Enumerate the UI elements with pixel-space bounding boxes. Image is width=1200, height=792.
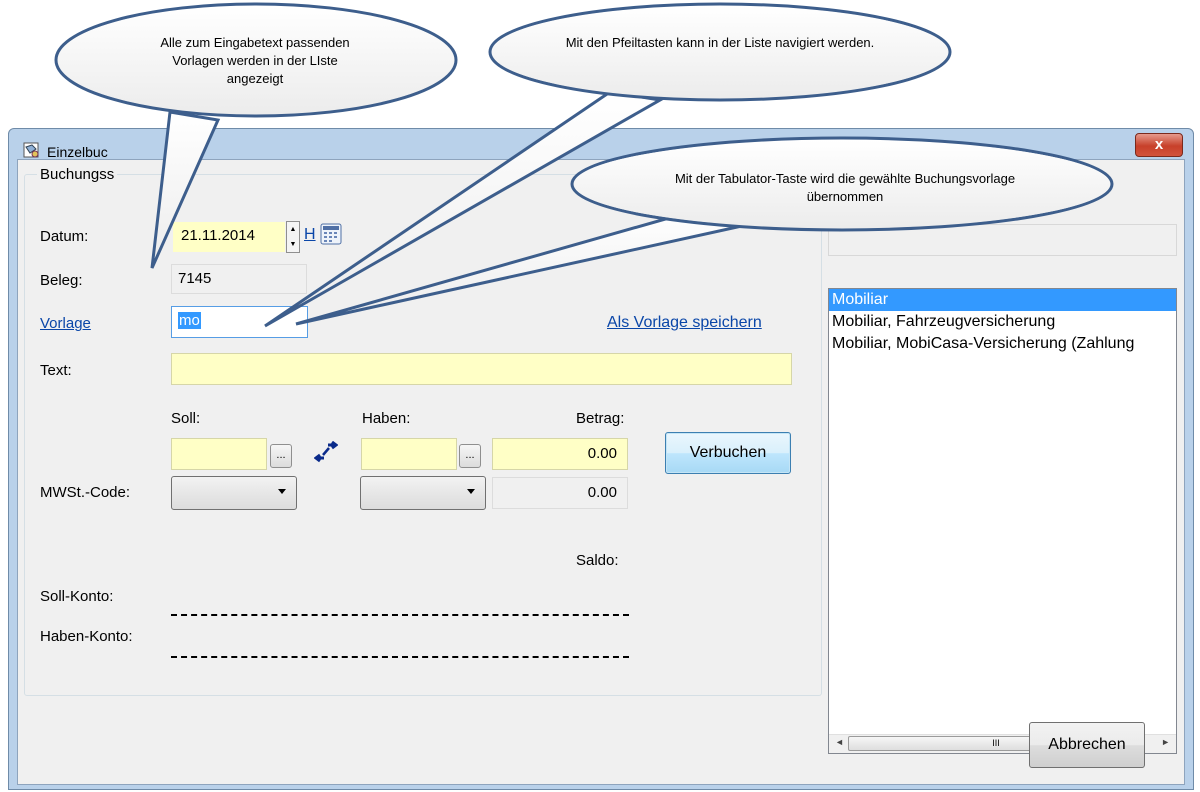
callout-right-text: Mit der Tabulator-Taste wird die gewählt… xyxy=(674,171,1016,204)
callout-middle-text: Mit den Pfeiltasten kann in der Liste na… xyxy=(565,35,875,50)
callout-overlay xyxy=(54,2,1114,328)
callout-left-text: Alle zum Eingabetext passenden Vorlagen … xyxy=(160,35,350,86)
